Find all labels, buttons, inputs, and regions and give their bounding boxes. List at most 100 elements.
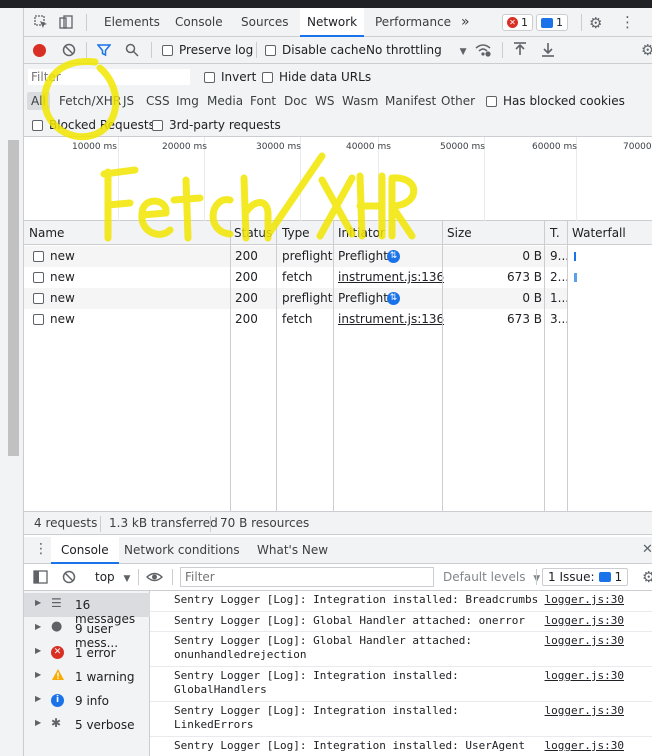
checkbox[interactable] — [32, 119, 43, 131]
preflight-link-icon[interactable]: ⇅ — [387, 250, 400, 263]
console-message[interactable]: Sentry Logger [Log]: Integration install… — [150, 702, 652, 737]
filter-type-manifest[interactable]: Manifest — [385, 94, 436, 108]
import-har-icon[interactable] — [513, 42, 527, 61]
column-header-size[interactable]: Size — [447, 221, 472, 245]
filter-type-other[interactable]: Other — [441, 94, 475, 108]
console-message-source-link[interactable]: logger.js:30 — [545, 704, 624, 718]
record-icon[interactable] — [33, 44, 46, 57]
errors-badge[interactable]: ✕ 1 — [502, 14, 533, 31]
checkbox[interactable] — [486, 95, 497, 107]
expand-arrow-icon[interactable]: ▶ — [35, 622, 41, 631]
show-sidebar-icon[interactable] — [33, 570, 48, 587]
timeline-overview[interactable]: 10000 ms 20000 ms 30000 ms 40000 ms 5000… — [24, 137, 652, 221]
table-row[interactable]: new 200 fetch instrument.js:136 673 B 2.… — [24, 267, 569, 288]
kebab-menu-icon[interactable]: ⋮ — [620, 13, 635, 31]
expand-arrow-icon[interactable]: ▶ — [35, 646, 41, 655]
expand-arrow-icon[interactable]: ▶ — [35, 670, 41, 679]
eye-icon[interactable] — [145, 569, 164, 588]
console-message-source-link[interactable]: logger.js:30 — [545, 669, 624, 683]
filter-icon[interactable] — [96, 43, 112, 60]
filter-type-css[interactable]: CSS — [146, 94, 170, 108]
filter-type-ws[interactable]: WS — [315, 94, 334, 108]
preserve-log-checkbox[interactable]: Preserve log — [162, 43, 253, 57]
filter-type-img[interactable]: Img — [176, 94, 199, 108]
sidebar-item-verbose[interactable]: ▶ ✱ 5 verbose — [24, 713, 150, 737]
throttling-select[interactable]: No throttling ▼ — [366, 43, 467, 57]
table-row[interactable]: new 200 fetch instrument.js:136 673 B 3.… — [24, 309, 569, 330]
column-header-waterfall[interactable]: Waterfall — [572, 221, 626, 245]
sidebar-item-errors[interactable]: ▶ ✕ 1 error — [24, 641, 150, 665]
column-header-status[interactable]: Status — [234, 221, 272, 245]
drawer-tab-whats-new[interactable]: What's New — [257, 537, 328, 564]
expand-arrow-icon[interactable]: ▶ — [35, 694, 41, 703]
inspect-element-icon[interactable] — [34, 15, 48, 29]
table-row[interactable]: new 200 preflight Preflight ⇅ 0 B 1... — [24, 288, 569, 309]
filter-type-wasm[interactable]: Wasm — [342, 94, 378, 108]
gear-icon[interactable]: ⚙ — [589, 14, 602, 32]
tab-network[interactable]: Network — [300, 8, 365, 37]
expand-arrow-icon[interactable]: ▶ — [35, 718, 41, 727]
invert-checkbox[interactable]: Invert — [204, 70, 256, 84]
console-message-source-link[interactable]: logger.js:30 — [545, 614, 624, 628]
filter-type-media[interactable]: Media — [207, 94, 243, 108]
search-icon[interactable] — [125, 43, 139, 60]
issues-button[interactable]: 1 Issue: 1 — [542, 568, 629, 586]
log-levels-select[interactable]: Default levels ▼ — [443, 570, 540, 584]
column-header-initiator[interactable]: Initiator — [338, 221, 385, 245]
checkbox[interactable] — [152, 119, 163, 131]
clear-console-icon[interactable] — [62, 570, 76, 587]
blocked-requests-checkbox[interactable]: Blocked Requests — [32, 118, 155, 132]
filter-type-font[interactable]: Font — [250, 94, 276, 108]
tab-elements[interactable]: Elements — [104, 8, 160, 37]
preflight-link-icon[interactable]: ⇅ — [387, 292, 400, 305]
console-message[interactable]: Sentry Logger [Log]: Integration install… — [150, 737, 652, 756]
cell-initiator-link[interactable]: instrument.js:136 — [338, 267, 444, 288]
tab-performance[interactable]: Performance — [375, 8, 451, 37]
column-header-time[interactable]: T. — [550, 221, 560, 245]
context-select[interactable]: top ▼ — [95, 570, 130, 584]
filter-type-all[interactable]: All — [27, 92, 50, 110]
network-conditions-icon[interactable] — [474, 42, 492, 61]
close-drawer-icon[interactable]: ✕ — [642, 542, 652, 557]
cell-initiator[interactable]: Preflight — [338, 246, 388, 267]
tab-console[interactable]: Console — [175, 8, 223, 37]
column-header-type[interactable]: Type — [282, 221, 310, 245]
cell-initiator-link[interactable]: instrument.js:136 — [338, 309, 444, 330]
page-scrollbar-thumb[interactable] — [8, 140, 19, 456]
table-row[interactable]: new 200 preflight Preflight ⇅ 0 B 9... — [24, 246, 569, 267]
console-filter-input[interactable] — [180, 567, 434, 587]
checkbox[interactable] — [162, 44, 173, 56]
device-toolbar-icon[interactable] — [59, 15, 73, 29]
drawer-tab-console[interactable]: Console — [51, 537, 119, 564]
sidebar-item-user-messages[interactable]: ▶ ● 9 user mess... — [24, 617, 150, 650]
console-message-source-link[interactable]: logger.js:30 — [545, 739, 624, 753]
drawer-menu-icon[interactable]: ⋮ — [34, 541, 48, 557]
third-party-checkbox[interactable]: 3rd-party requests — [152, 118, 281, 132]
has-blocked-cookies-checkbox[interactable]: Has blocked cookies — [486, 94, 625, 108]
console-settings-icon[interactable]: ⚙ — [642, 568, 652, 586]
console-message[interactable]: Sentry Logger [Log]: Integration install… — [150, 667, 652, 702]
console-message-source-link[interactable]: logger.js:30 — [545, 634, 624, 648]
checkbox[interactable] — [265, 44, 276, 56]
more-tabs-button[interactable]: » — [461, 8, 470, 37]
console-message-source-link[interactable]: logger.js:30 — [545, 593, 624, 607]
column-header-name[interactable]: Name — [29, 221, 64, 245]
filter-input[interactable] — [27, 68, 191, 86]
filter-type-fetch-xhr[interactable]: Fetch/XHR — [59, 94, 121, 108]
clear-icon[interactable] — [62, 43, 76, 60]
filter-type-doc[interactable]: Doc — [284, 94, 307, 108]
checkbox[interactable] — [204, 71, 215, 83]
sidebar-item-info[interactable]: ▶ i 9 info — [24, 689, 150, 713]
sidebar-item-messages[interactable]: ▶ ☰ 16 messages — [24, 593, 150, 626]
drawer-tab-network-conditions[interactable]: Network conditions — [124, 537, 240, 564]
hide-data-urls-checkbox[interactable]: Hide data URLs — [262, 70, 371, 84]
export-har-icon[interactable] — [541, 42, 555, 61]
expand-arrow-icon[interactable]: ▶ — [35, 598, 41, 607]
messages-badge[interactable]: 1 — [536, 14, 568, 31]
network-settings-icon[interactable]: ⚙ — [641, 41, 652, 59]
disable-cache-checkbox[interactable]: Disable cache — [265, 43, 366, 57]
console-message[interactable]: Sentry Logger [Log]: Global Handler atta… — [150, 612, 652, 632]
filter-type-js[interactable]: JS — [123, 94, 134, 108]
checkbox[interactable] — [262, 71, 273, 83]
console-message[interactable]: Sentry Logger [Log]: Global Handler atta… — [150, 632, 652, 667]
